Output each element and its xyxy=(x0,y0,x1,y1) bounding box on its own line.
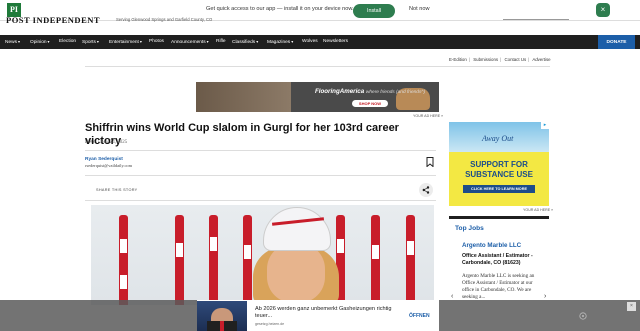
ad-image xyxy=(196,82,291,112)
chevron-down-icon: ▾ xyxy=(18,39,21,44)
ad-image xyxy=(197,301,247,331)
nav-item-entertainment[interactable]: Entertainment▾ xyxy=(109,39,142,45)
top-jobs-heading: Top Jobs xyxy=(455,225,484,232)
chevron-down-icon: ▾ xyxy=(47,39,50,44)
ski-graphic xyxy=(243,215,252,305)
nav-item-opinion[interactable]: Opinion▾ xyxy=(30,39,50,45)
search-input[interactable] xyxy=(503,19,569,20)
ski-graphic xyxy=(371,215,380,305)
utility-links: E-Edition | Submissions | Contact Us | Adve… xyxy=(449,57,551,62)
carousel-next-button[interactable]: › xyxy=(544,293,546,300)
e-edition-link[interactable]: E-Edition xyxy=(449,57,467,62)
close-ad-button[interactable]: × xyxy=(627,302,636,311)
ad-label[interactable]: YOUR AD HERE » xyxy=(523,208,553,212)
divider xyxy=(85,200,436,201)
job-title[interactable]: Office Assistant / Estimator - Carbondal… xyxy=(462,253,546,267)
ad-label[interactable]: YOUR AD HERE » xyxy=(413,114,443,118)
ad-brand: FlooringAmerica xyxy=(315,88,365,95)
share-label: SHARE THIS STORY xyxy=(96,188,138,192)
nav-item-announcements[interactable]: Announcements▾ xyxy=(171,39,209,45)
job-company[interactable]: Argento Marble LLC xyxy=(462,242,521,249)
article-date: Nov 24, 2025 xyxy=(99,140,128,145)
ski-graphic xyxy=(209,215,218,305)
ski-graphic xyxy=(119,215,128,305)
bottom-ad-title: Ab 2026 werden ganz unbemerkt Gasheizung… xyxy=(255,306,392,319)
photo-subject-face xyxy=(267,243,325,303)
top-banner-ad[interactable]: FlooringAmerica where friends (and frien… xyxy=(196,82,439,112)
chevron-down-icon: ▾ xyxy=(206,39,209,44)
divider xyxy=(85,175,436,176)
privacy-settings-icon[interactable] xyxy=(579,312,587,320)
bookmark-icon[interactable] xyxy=(426,157,434,167)
divider xyxy=(85,66,550,67)
ski-graphic xyxy=(175,215,184,305)
carousel-prev-button[interactable]: ‹ xyxy=(451,293,453,300)
article-section[interactable]: News xyxy=(85,140,96,145)
nav-item-magazines[interactable]: Magazines▾ xyxy=(267,39,293,45)
donate-button[interactable]: DONATE xyxy=(598,35,635,49)
author-name[interactable]: Ryan Sederquist xyxy=(85,157,123,162)
ad-tagline: where friends (and friends^) xyxy=(365,90,426,95)
contact-us-link[interactable]: Contact Us xyxy=(504,57,526,62)
bottom-ad-card[interactable]: Ab 2026 werden ganz unbemerkt Gasheizung… xyxy=(197,300,439,331)
photo-subject-helmet xyxy=(263,207,331,251)
nav-item-newsletters[interactable]: Newsletters xyxy=(323,39,348,44)
learn-more-button[interactable]: CLICK HERE TO LEARN MORE xyxy=(463,185,535,193)
nav-item-news[interactable]: News▾ xyxy=(5,39,20,45)
app-banner-message: Get quick access to our app — install it… xyxy=(206,6,354,12)
author-email[interactable]: rsederquist@vaildaily.com xyxy=(85,163,132,168)
nav-item-photos[interactable]: Photos xyxy=(149,39,164,44)
shop-now-button[interactable]: SHOP NOW xyxy=(352,100,388,107)
chevron-down-icon: ▾ xyxy=(256,39,259,44)
install-button[interactable]: Install xyxy=(353,4,395,18)
nav-item-rifle[interactable]: Rifle xyxy=(216,39,226,44)
article-headline: Shiffrin wins World Cup slalom in Gurgl … xyxy=(85,122,399,147)
nav-item-classifieds[interactable]: Classifieds▾ xyxy=(232,39,258,45)
chevron-down-icon: ▾ xyxy=(96,39,99,44)
bottom-sticky-ad: Ab 2026 werden ganz unbemerkt Gasheizung… xyxy=(0,300,640,331)
site-tagline: Serving Glenwood Springs and Garfield Co… xyxy=(116,17,213,22)
site-logo[interactable]: POST INDEPENDENT xyxy=(6,15,100,25)
close-banner-button[interactable]: × xyxy=(596,3,610,17)
sidebar-ad-title: Away Out xyxy=(482,134,514,143)
ski-graphic xyxy=(406,215,415,305)
sidebar-ad[interactable]: Away Out SUPPORT FOR SUBSTANCE USE CLICK… xyxy=(449,122,549,206)
nav-item-wolves[interactable]: Wolves xyxy=(302,39,318,44)
sidebar-ad-headline: SUPPORT FOR SUBSTANCE USE xyxy=(465,160,533,179)
article-photo[interactable] xyxy=(91,205,434,305)
share-icon xyxy=(422,186,430,194)
job-description: Argento Marble LLC is seeking an Office … xyxy=(462,273,535,300)
article-meta: News | Nov 24, 2025 xyxy=(85,140,128,145)
top-jobs-widget: Top Jobs Argento Marble LLC Office Assis… xyxy=(449,216,549,306)
chevron-down-icon: ▾ xyxy=(291,39,294,44)
not-now-button[interactable]: Not now xyxy=(409,6,430,12)
submissions-link[interactable]: Submissions xyxy=(473,57,498,62)
open-ad-button[interactable]: ÖFFNEN xyxy=(409,313,430,319)
main-nav: News▾ Opinion▾ Election Sports▾ Entertai… xyxy=(0,35,640,49)
nav-item-election[interactable]: Election xyxy=(59,39,76,44)
bottom-ad-source: gesetzg.heizen.de xyxy=(255,322,285,326)
divider xyxy=(85,150,436,151)
nav-item-sports[interactable]: Sports▾ xyxy=(82,39,99,45)
adchoices-icon[interactable]: ▸ xyxy=(541,122,549,129)
chevron-down-icon: ▾ xyxy=(139,39,142,44)
share-button[interactable] xyxy=(419,183,433,197)
advertise-link[interactable]: Advertise xyxy=(532,57,550,62)
